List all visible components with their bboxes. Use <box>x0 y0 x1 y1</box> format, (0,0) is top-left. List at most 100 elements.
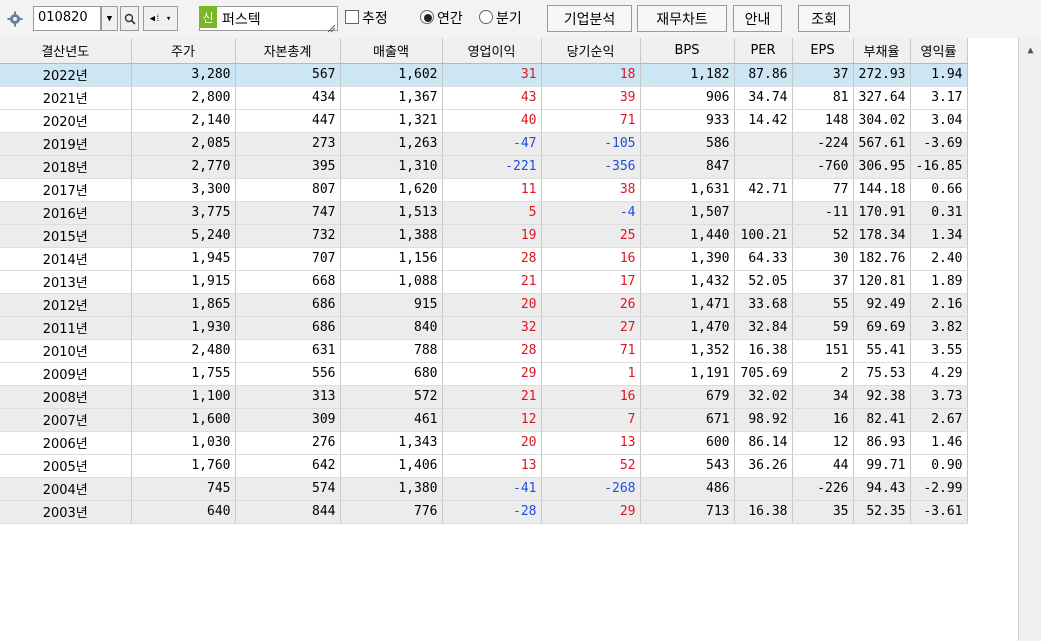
stock-code-value: 010820 <box>38 10 88 25</box>
table-cell: 5,240 <box>131 224 236 248</box>
table-cell: -268 <box>541 477 641 501</box>
table-cell: 807 <box>235 178 341 202</box>
quarter-radio[interactable] <box>479 10 493 24</box>
table-cell: 1.46 <box>910 431 968 455</box>
stock-code-input[interactable]: 010820 <box>33 6 101 31</box>
chevron-down-icon[interactable]: ▼ <box>101 6 118 31</box>
table-row[interactable]: 2014년 1,945 707 1,156 28 16 1,390 64.33 30 182.76… <box>0 247 968 271</box>
table-row[interactable]: 2019년 2,085 273 1,263 -47 -105 586 -224 567.61 -3… <box>0 132 968 156</box>
table-cell <box>734 132 793 156</box>
table-cell: 38 <box>541 178 641 202</box>
table-cell: 2,800 <box>131 86 236 110</box>
table-row[interactable]: 2018년 2,770 395 1,310 -221 -356 847 -760 306.95-… <box>0 155 968 179</box>
table-cell: 2,085 <box>131 132 236 156</box>
column-header[interactable]: 주가 <box>131 38 236 64</box>
table-cell: 14.42 <box>734 109 793 133</box>
column-header[interactable]: 매출액 <box>340 38 443 64</box>
table-row[interactable]: 2009년 1,755 556 680 29 1 1,191 705.69 2 75.53 4.29 <box>0 362 968 386</box>
table-cell: 27 <box>541 316 641 340</box>
table-row[interactable]: 2007년 1,600 309 461 12 7 671 98.92 16 82.41 2.67 <box>0 408 968 432</box>
table-cell: 1,367 <box>340 86 443 110</box>
query-button[interactable]: 조회 <box>798 5 850 32</box>
table-cell: 17 <box>541 270 641 294</box>
scroll-up-arrow-icon[interactable]: ▲ <box>1019 38 1041 63</box>
table-cell: 572 <box>340 385 443 409</box>
table-row[interactable]: 2021년 2,800 434 1,367 43 39 906 34.74 81 327.64 3.… <box>0 86 968 110</box>
column-header[interactable]: 당기순익 <box>541 38 641 64</box>
table-row[interactable]: 2005년 1,760 642 1,406 13 52 543 36.26 44 99.71 0.9… <box>0 454 968 478</box>
table-cell: -47 <box>442 132 542 156</box>
table-cell <box>734 155 793 179</box>
table-cell: 2005년 <box>0 454 132 478</box>
annual-radio[interactable] <box>420 10 434 24</box>
table-row[interactable]: 2022년 3,280 567 1,602 31 18 1,182 87.86 37 272.93… <box>0 63 968 87</box>
table-cell: 20 <box>442 431 542 455</box>
table-cell: 2006년 <box>0 431 132 455</box>
column-header[interactable]: 결산년도 <box>0 38 132 64</box>
table-cell: 37 <box>792 63 854 87</box>
table-row[interactable]: 2010년 2,480 631 788 28 71 1,352 16.38 151 55.41 3.… <box>0 339 968 363</box>
table-cell: 3.73 <box>910 385 968 409</box>
table-row[interactable]: 2016년 3,775 747 1,513 5 -4 1,507 -11 170.91 0.31 <box>0 201 968 225</box>
table-cell: 77 <box>792 178 854 202</box>
quarter-label: 분기 <box>496 11 522 27</box>
table-cell: 1.89 <box>910 270 968 294</box>
estimate-checkbox[interactable] <box>345 10 359 24</box>
table-cell: 28 <box>442 247 542 271</box>
table-cell: 1,470 <box>640 316 735 340</box>
table-cell: 2019년 <box>0 132 132 156</box>
table-row[interactable]: 2003년 640 844 776 -28 29 713 16.38 35 52.35 -3.61 <box>0 500 968 524</box>
table-cell: 732 <box>235 224 341 248</box>
table-cell: 1,930 <box>131 316 236 340</box>
company-name-field[interactable] <box>199 6 338 31</box>
table-cell: 37 <box>792 270 854 294</box>
table-cell: 12 <box>792 431 854 455</box>
table-row[interactable]: 2020년 2,140 447 1,321 40 71 933 14.42 148 304.02 3… <box>0 109 968 133</box>
table-cell: 0.66 <box>910 178 968 202</box>
table-row[interactable]: 2012년 1,865 686 915 20 26 1,471 33.68 55 92.49 2.1… <box>0 293 968 317</box>
table-cell: 2010년 <box>0 339 132 363</box>
table-cell: 1,156 <box>340 247 443 271</box>
table-cell: -28 <box>442 500 542 524</box>
column-header[interactable]: 자본총계 <box>235 38 341 64</box>
column-header[interactable]: BPS <box>640 38 735 64</box>
table-cell: 747 <box>235 201 341 225</box>
table-row[interactable]: 2017년 3,300 807 1,620 11 38 1,631 42.71 77 144.18… <box>0 178 968 202</box>
table-cell: -224 <box>792 132 854 156</box>
column-header[interactable]: PER <box>734 38 793 64</box>
table-cell: 1,088 <box>340 270 443 294</box>
table-row[interactable]: 2004년 745 574 1,380 -41 -268 486 -226 94.43 -2.99 <box>0 477 968 501</box>
column-header[interactable]: 영업이익 <box>442 38 542 64</box>
table-cell: 276 <box>235 431 341 455</box>
table-cell: 71 <box>541 339 641 363</box>
table-cell: 1,263 <box>340 132 443 156</box>
info-button[interactable]: 안내 <box>733 5 782 32</box>
table-row[interactable]: 2006년 1,030 276 1,343 20 13 600 86.14 12 86.93 1.4… <box>0 431 968 455</box>
history-nav-button[interactable]: ◀⁞ ▾ <box>143 6 178 31</box>
column-header[interactable]: EPS <box>792 38 854 64</box>
table-cell: 86.14 <box>734 431 793 455</box>
table-row[interactable]: 2011년 1,930 686 840 32 27 1,470 32.84 59 69.69 3.8… <box>0 316 968 340</box>
table-cell: 29 <box>541 500 641 524</box>
vertical-scrollbar[interactable]: ▲ <box>1018 38 1041 641</box>
company-analysis-button[interactable]: 기업분석 <box>547 5 632 32</box>
table-cell: 713 <box>640 500 735 524</box>
table-cell: 1,380 <box>340 477 443 501</box>
table-cell: -11 <box>792 201 854 225</box>
search-icon[interactable] <box>120 6 139 31</box>
table-cell: 13 <box>442 454 542 478</box>
table-cell: 1,388 <box>340 224 443 248</box>
table-cell: 2012년 <box>0 293 132 317</box>
table-row[interactable]: 2008년 1,100 313 572 21 16 679 32.02 34 92.38 3.73 <box>0 385 968 409</box>
table-cell: 586 <box>640 132 735 156</box>
column-header[interactable]: 영익률 <box>910 38 968 64</box>
table-cell: 2007년 <box>0 408 132 432</box>
table-row[interactable]: 2015년 5,240 732 1,388 19 25 1,440 100.21 52 178.3… <box>0 224 968 248</box>
table-cell: 556 <box>235 362 341 386</box>
settings-gear-icon[interactable] <box>4 8 26 30</box>
table-row[interactable]: 2013년 1,915 668 1,088 21 17 1,432 52.05 37 120.81… <box>0 270 968 294</box>
column-header[interactable]: 부채율 <box>853 38 911 64</box>
financial-chart-button[interactable]: 재무차트 <box>637 5 727 32</box>
table-cell: 705.69 <box>734 362 793 386</box>
financial-grid: 결산년도 주가 자본총계 매출액 영업이익 당기순익 BPS PER EPS 부채율 영익률 202… <box>0 38 1041 641</box>
